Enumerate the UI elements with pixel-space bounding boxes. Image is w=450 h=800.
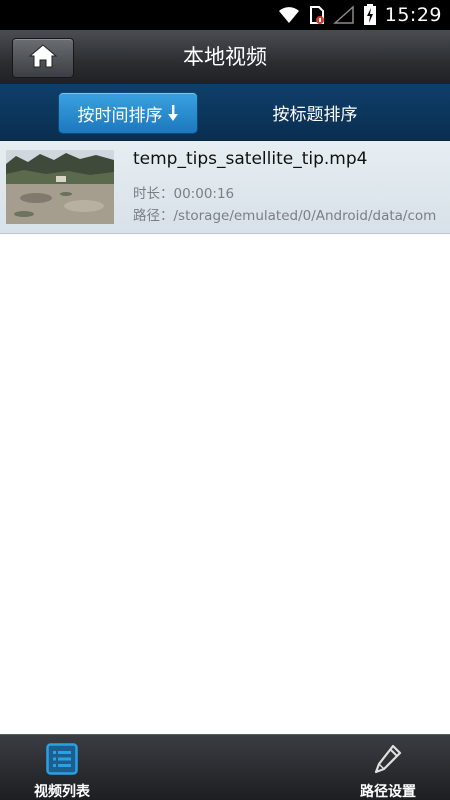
nav-path-settings[interactable]: 路径设置 — [350, 735, 426, 800]
tab-sort-by-title[interactable]: 按标题排序 — [245, 92, 385, 132]
tab-sort-by-time[interactable]: 按时间排序 — [58, 92, 198, 134]
nav-path-settings-label: 路径设置 — [360, 784, 416, 800]
sort-tab-bar: 按时间排序 按标题排序 — [0, 84, 450, 142]
home-button[interactable] — [12, 38, 74, 78]
app-screen: 15:29 本地视频 按时间排序 按标题排序 temp_tips_satelli… — [0, 0, 450, 800]
list-icon — [46, 742, 78, 776]
battery-charging-icon — [363, 4, 377, 26]
video-filename: temp_tips_satellite_tip.mp4 — [133, 149, 368, 169]
video-list-item[interactable]: temp_tips_satellite_tip.mp4 时长：00:00:16 … — [0, 141, 450, 234]
title-bar: 本地视频 — [0, 30, 450, 85]
tab-sort-by-time-label: 按时间排序 — [77, 105, 163, 126]
sim-card-icon — [309, 5, 325, 25]
home-icon — [28, 43, 58, 73]
arrow-down-icon — [167, 104, 179, 122]
bottom-nav: 视频列表 路径设置 — [0, 734, 450, 800]
status-bar: 15:29 — [0, 0, 450, 30]
nav-video-list[interactable]: 视频列表 — [24, 735, 100, 800]
status-icons: 15:29 — [277, 0, 442, 30]
wifi-icon — [277, 5, 301, 25]
signal-icon — [332, 5, 355, 25]
pencil-icon — [373, 742, 403, 776]
nav-video-list-label: 视频列表 — [34, 784, 90, 800]
status-time: 15:29 — [384, 4, 442, 26]
video-path: 路径：/storage/emulated/0/Android/data/com — [133, 208, 437, 224]
video-thumbnail — [6, 150, 114, 224]
video-duration: 时长：00:00:16 — [133, 186, 235, 202]
